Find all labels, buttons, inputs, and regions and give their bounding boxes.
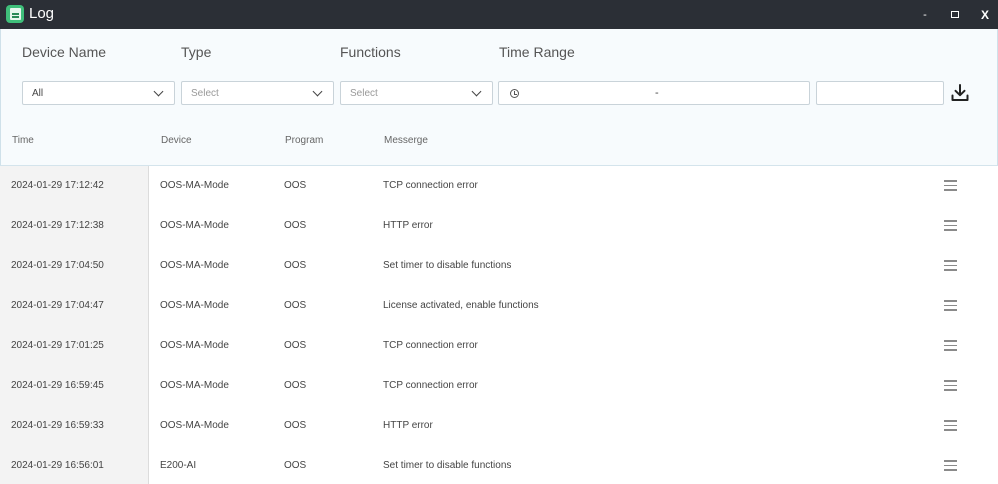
table-row[interactable]: 2024-01-29 17:12:42 OOS-MA-Mode OOS TCP … — [0, 166, 998, 206]
cell-program: OOS — [284, 460, 307, 471]
cell-time: 2024-01-29 17:12:42 — [11, 180, 104, 191]
cell-program: OOS — [284, 420, 307, 431]
type-select[interactable]: Select — [181, 81, 334, 105]
menu-icon[interactable] — [944, 180, 957, 191]
cell-time: 2024-01-29 16:56:01 — [11, 460, 104, 471]
device-name-label: Device Name — [22, 44, 107, 60]
header-time[interactable]: Time — [12, 135, 34, 146]
minimize-button[interactable]: - — [910, 0, 940, 29]
functions-placeholder: Select — [350, 87, 378, 99]
chevron-down-icon — [312, 86, 323, 96]
header-device[interactable]: Device — [161, 135, 192, 146]
cell-device: OOS-MA-Mode — [160, 180, 229, 191]
functions-label: Functions — [340, 44, 401, 60]
window-title: Log — [29, 5, 55, 22]
menu-icon[interactable] — [944, 260, 957, 271]
table-row[interactable]: 2024-01-29 16:56:01 E200-AI OOS Set time… — [0, 446, 998, 484]
menu-icon[interactable] — [944, 380, 957, 391]
clock-icon — [510, 88, 519, 98]
menu-icon[interactable] — [944, 300, 957, 311]
chevron-down-icon — [471, 86, 482, 96]
cell-message: TCP connection error — [383, 340, 478, 351]
cell-device: OOS-MA-Mode — [160, 420, 229, 431]
time-range-picker[interactable]: - — [498, 81, 810, 105]
device-name-select[interactable]: All — [22, 81, 175, 105]
cell-device: OOS-MA-Mode — [160, 220, 229, 231]
download-icon[interactable] — [950, 83, 970, 103]
menu-icon[interactable] — [944, 340, 957, 351]
time-range-separator: - — [655, 87, 659, 99]
table-row[interactable]: 2024-01-29 17:01:25 OOS-MA-Mode OOS TCP … — [0, 326, 998, 366]
cell-time: 2024-01-29 17:04:47 — [11, 300, 104, 311]
cell-time: 2024-01-29 17:04:50 — [11, 260, 104, 271]
menu-icon[interactable] — [944, 220, 957, 231]
cell-message: Set timer to disable functions — [383, 260, 512, 271]
table-row[interactable]: 2024-01-29 17:04:47 OOS-MA-Mode OOS Lice… — [0, 286, 998, 326]
cell-message: HTTP error — [383, 220, 433, 231]
search-input[interactable] — [816, 81, 944, 105]
header-message[interactable]: Messerge — [384, 135, 428, 146]
table-body: 2024-01-29 17:12:42 OOS-MA-Mode OOS TCP … — [0, 166, 998, 484]
cell-device: OOS-MA-Mode — [160, 260, 229, 271]
header-program[interactable]: Program — [285, 135, 323, 146]
cell-message: License activated, enable functions — [383, 300, 539, 311]
cell-device: E200-AI — [160, 460, 197, 471]
cell-time: 2024-01-29 17:01:25 — [11, 340, 104, 351]
menu-icon[interactable] — [944, 420, 957, 431]
maximize-button[interactable] — [940, 0, 970, 29]
functions-select[interactable]: Select — [340, 81, 493, 105]
cell-program: OOS — [284, 300, 307, 311]
type-placeholder: Select — [191, 87, 219, 99]
cell-device: OOS-MA-Mode — [160, 300, 229, 311]
cell-message: TCP connection error — [383, 180, 478, 191]
menu-icon[interactable] — [944, 460, 957, 471]
title-bar: Log - X — [0, 0, 998, 29]
cell-program: OOS — [284, 220, 307, 231]
time-range-label: Time Range — [499, 44, 575, 60]
table-row[interactable]: 2024-01-29 16:59:33 OOS-MA-Mode OOS HTTP… — [0, 406, 998, 446]
app-icon — [6, 5, 24, 23]
table-row[interactable]: 2024-01-29 16:59:45 OOS-MA-Mode OOS TCP … — [0, 366, 998, 406]
cell-message: TCP connection error — [383, 380, 478, 391]
type-label: Type — [181, 44, 212, 60]
cell-time: 2024-01-29 17:12:38 — [11, 220, 104, 231]
cell-device: OOS-MA-Mode — [160, 340, 229, 351]
device-name-value: All — [32, 87, 44, 99]
table-header: Time Device Program Messerge — [0, 120, 998, 166]
cell-device: OOS-MA-Mode — [160, 380, 229, 391]
cell-message: HTTP error — [383, 420, 433, 431]
cell-program: OOS — [284, 340, 307, 351]
cell-program: OOS — [284, 380, 307, 391]
cell-time: 2024-01-29 16:59:33 — [11, 420, 104, 431]
chevron-down-icon — [153, 86, 164, 96]
cell-program: OOS — [284, 180, 307, 191]
cell-program: OOS — [284, 260, 307, 271]
cell-time: 2024-01-29 16:59:45 — [11, 380, 104, 391]
table-row[interactable]: 2024-01-29 17:12:38 OOS-MA-Mode OOS HTTP… — [0, 206, 998, 246]
table-row[interactable]: 2024-01-29 17:04:50 OOS-MA-Mode OOS Set … — [0, 246, 998, 286]
filter-panel: Device Name Type Functions Time Range Al… — [0, 29, 998, 120]
close-button[interactable]: X — [970, 0, 998, 29]
cell-message: Set timer to disable functions — [383, 460, 512, 471]
maximize-icon — [951, 11, 959, 18]
